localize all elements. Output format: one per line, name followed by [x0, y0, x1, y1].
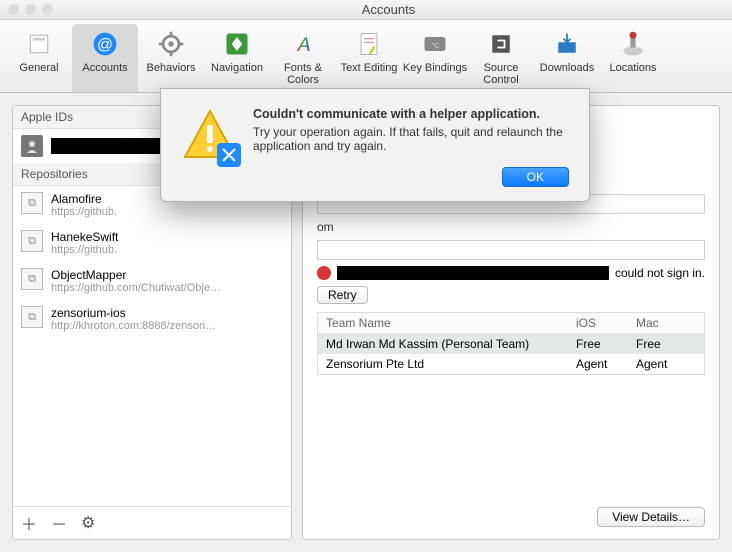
- repo-icon: ⧉: [21, 306, 43, 328]
- navigation-icon: [221, 28, 253, 60]
- locations-icon: [617, 28, 649, 60]
- tab-source-control[interactable]: Source Control: [468, 24, 534, 92]
- error-dialog: Couldn't communicate with a helper appli…: [160, 88, 590, 202]
- fonts-colors-icon: A: [287, 28, 319, 60]
- behaviors-icon: [155, 28, 187, 60]
- repo-item[interactable]: ⧉ ObjectMapperhttps://github.com/Chutiwa…: [13, 262, 291, 300]
- preferences-toolbar: General @ Accounts Behaviors Navigation …: [0, 20, 732, 93]
- tab-general[interactable]: General: [6, 24, 72, 92]
- traffic-lights: [8, 4, 53, 15]
- dialog-message: Try your operation again. If that fails,…: [253, 125, 569, 153]
- col-mac[interactable]: Mac: [636, 316, 696, 330]
- repo-icon: ⧉: [21, 230, 43, 252]
- avatar-icon: [21, 135, 43, 157]
- window-titlebar: Accounts: [0, 0, 732, 20]
- tab-key-bindings[interactable]: ⌥ Key Bindings: [402, 24, 468, 92]
- add-button[interactable]: ＋: [21, 511, 37, 535]
- svg-text:A: A: [297, 35, 311, 56]
- remove-button[interactable]: －: [51, 511, 67, 535]
- repo-icon: ⧉: [21, 192, 43, 214]
- downloads-icon: [551, 28, 583, 60]
- source-control-icon: [485, 28, 517, 60]
- tab-fonts-colors[interactable]: A Fonts & Colors: [270, 24, 336, 92]
- tab-downloads[interactable]: Downloads: [534, 24, 600, 92]
- svg-text:@: @: [97, 36, 113, 53]
- ok-button[interactable]: OK: [502, 167, 569, 187]
- close-button[interactable]: [8, 4, 19, 15]
- table-row[interactable]: Md Irwan Md Kassim (Personal Team) Free …: [318, 334, 704, 354]
- tab-behaviors[interactable]: Behaviors: [138, 24, 204, 92]
- key-bindings-icon: ⌥: [419, 28, 451, 60]
- sidebar-footer: ＋ － ⚙: [13, 506, 291, 539]
- col-ios[interactable]: iOS: [576, 316, 636, 330]
- repo-icon: ⧉: [21, 268, 43, 290]
- error-redacted: [337, 266, 609, 280]
- accounts-icon: @: [89, 28, 121, 60]
- action-gear-button[interactable]: ⚙: [81, 513, 95, 533]
- xcode-badge-icon: [215, 141, 243, 169]
- repo-item[interactable]: ⧉ HanekeSwifthttps://github.: [13, 224, 291, 262]
- general-icon: [23, 28, 55, 60]
- svg-text:⌥: ⌥: [431, 43, 439, 50]
- error-icon: [317, 266, 331, 280]
- tab-text-editing[interactable]: Text Editing: [336, 24, 402, 92]
- col-team[interactable]: Team Name: [326, 316, 576, 330]
- text-editing-icon: [353, 28, 385, 60]
- minimize-button[interactable]: [25, 4, 36, 15]
- view-details-button[interactable]: View Details…: [597, 507, 705, 527]
- warning-icon: [181, 107, 239, 165]
- retry-button[interactable]: Retry: [317, 286, 368, 304]
- zoom-button[interactable]: [42, 4, 53, 15]
- password-field[interactable]: [317, 240, 705, 260]
- table-row[interactable]: Zensorium Pte Ltd Agent Agent: [318, 354, 704, 374]
- teams-table: Team Name iOS Mac Md Irwan Md Kassim (Pe…: [317, 312, 705, 375]
- tab-locations[interactable]: Locations: [600, 24, 666, 92]
- error-text: could not sign in.: [615, 266, 705, 280]
- window-title: Accounts: [53, 2, 724, 17]
- dialog-title: Couldn't communicate with a helper appli…: [253, 107, 569, 121]
- tab-navigation[interactable]: Navigation: [204, 24, 270, 92]
- tab-accounts[interactable]: @ Accounts: [72, 24, 138, 92]
- repo-item[interactable]: ⧉ zensorium-ioshttp://khroton.com:8888/z…: [13, 300, 291, 338]
